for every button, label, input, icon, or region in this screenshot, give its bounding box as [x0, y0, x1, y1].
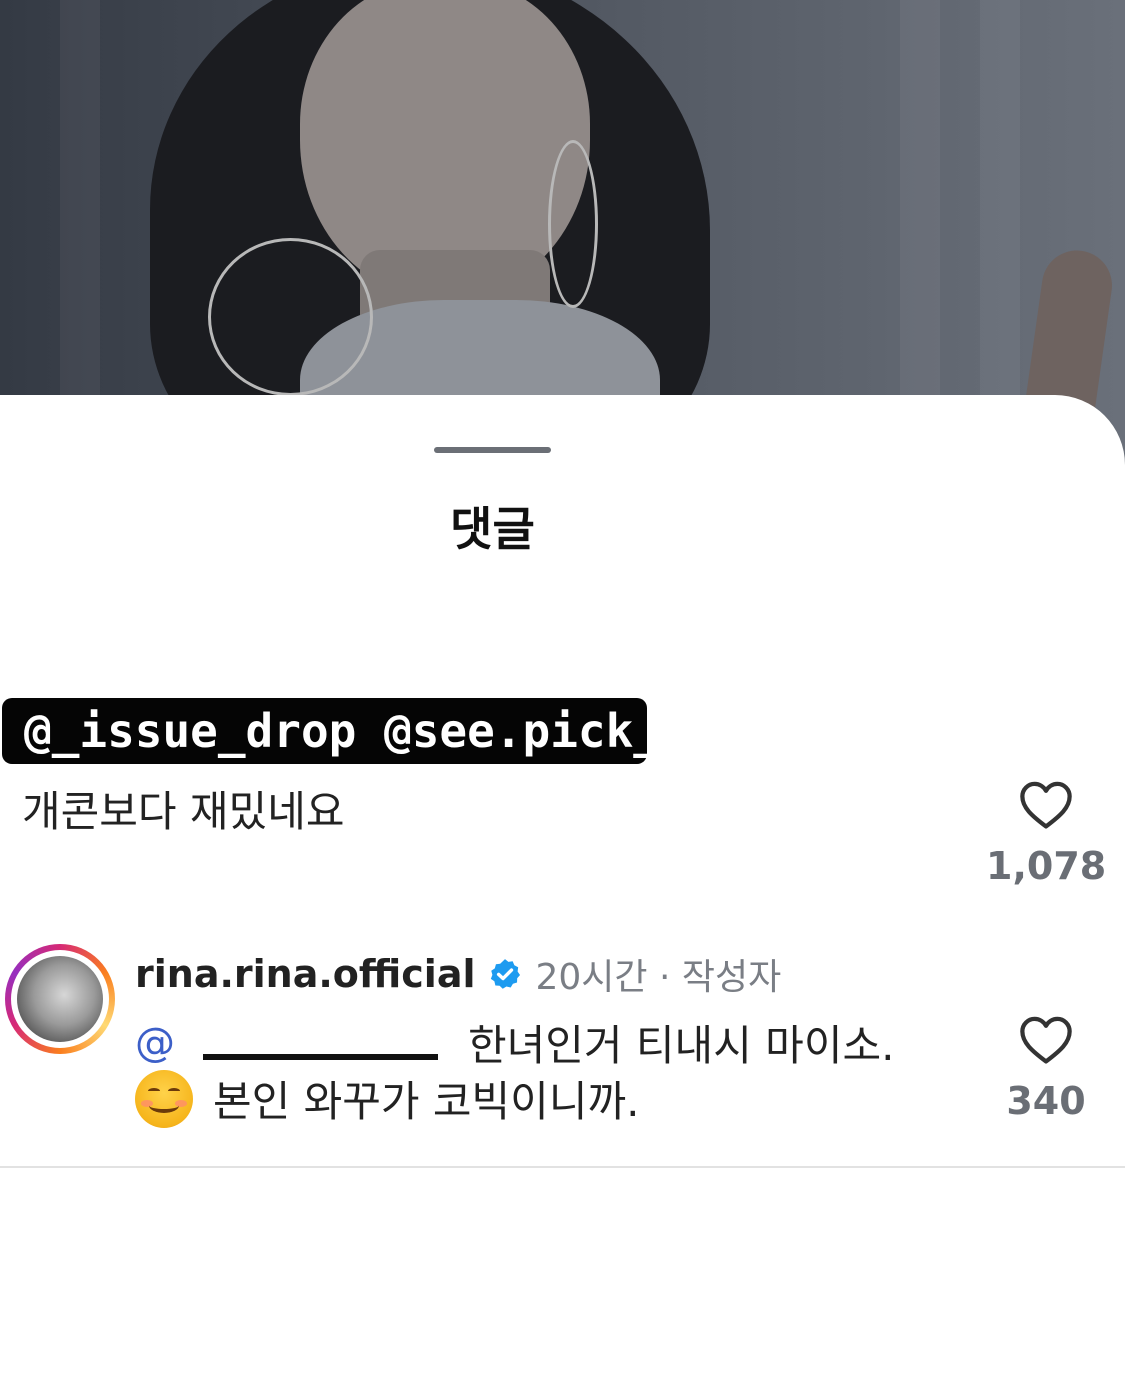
comment-text: 한녀인거 티내시 마이소. [468, 1021, 895, 1070]
verified-badge-icon [490, 959, 520, 989]
comment-text-line: 본인 와꾸가 코빅이니까. [135, 1068, 639, 1129]
divider [0, 1166, 1125, 1168]
comment-header: rina.rina.official 20시간 · 작성자 [135, 948, 781, 1000]
mention-link[interactable]: @ [135, 1020, 175, 1066]
overlay-mention-tag: @_issue_drop @see.pick_ [2, 698, 661, 764]
profile-photo [17, 956, 103, 1042]
comments-sheet: 댓글 [0, 395, 1125, 1383]
comment-text: 개콘보다 재밌네요 [22, 787, 345, 836]
comment-text-line: @ 한녀인거 티내시 마이소. [135, 1012, 894, 1073]
heart-icon[interactable] [1017, 1013, 1075, 1065]
smiling-face-icon [135, 1069, 193, 1128]
like-button[interactable]: 340 [986, 1013, 1106, 1123]
like-button[interactable]: 1,078 [986, 778, 1106, 888]
comment-meta: 20시간 · 작성자 [535, 957, 782, 998]
comment-username[interactable]: rina.rina.official [135, 952, 476, 996]
comment-text: 본인 와꾸가 코빅이니까. [213, 1077, 640, 1126]
avatar[interactable] [5, 944, 115, 1054]
sheet-title: 댓글 [450, 502, 535, 556]
sheet-grabber-handle[interactable] [434, 447, 551, 453]
heart-icon[interactable] [1017, 778, 1075, 830]
like-count: 1,078 [986, 844, 1107, 888]
like-count: 340 [1006, 1079, 1086, 1123]
redacted-username [203, 1053, 438, 1060]
